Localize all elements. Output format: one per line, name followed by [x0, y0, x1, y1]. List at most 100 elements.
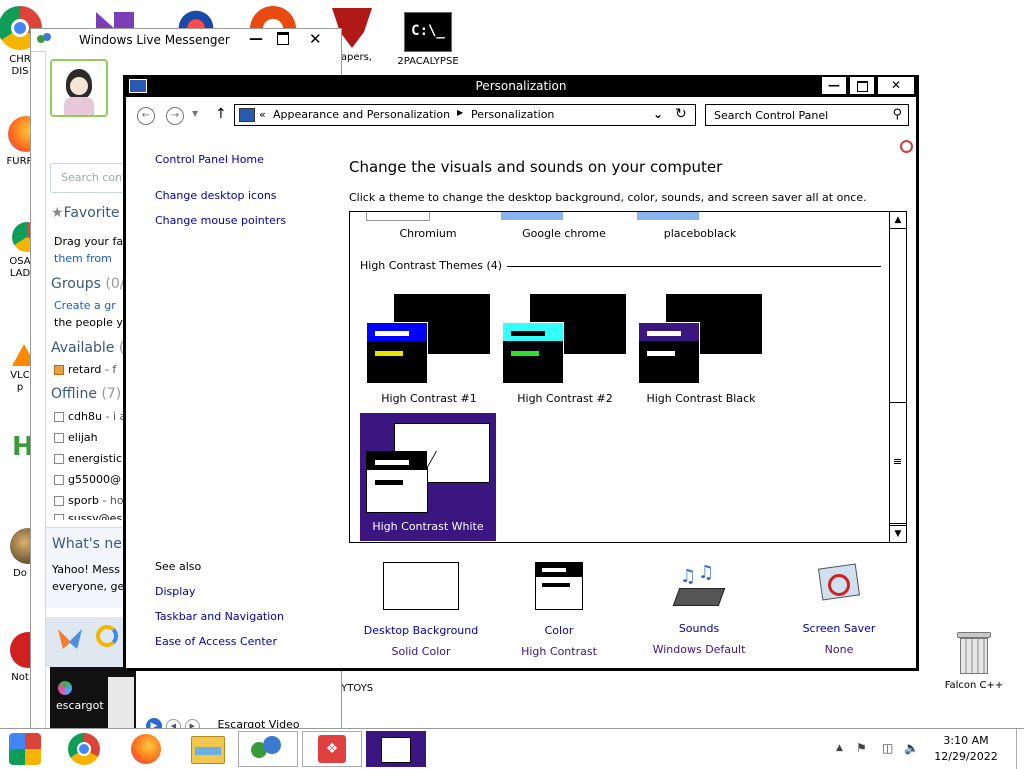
see-also-header: See also [155, 560, 202, 573]
color-icon [535, 562, 583, 610]
msn-butterfly-icon[interactable] [58, 629, 82, 649]
theme-thumbnail[interactable] [637, 212, 699, 220]
scroll-thumb[interactable] [890, 402, 906, 524]
status-icon [54, 454, 64, 464]
close-button[interactable]: ✕ [877, 76, 915, 95]
breadcrumb-current[interactable]: Personalization [471, 108, 554, 121]
display-link[interactable]: Display [155, 585, 196, 598]
taskbar-chrome[interactable] [56, 731, 112, 767]
show-desktop-button[interactable] [1016, 729, 1024, 769]
theme-list[interactable]: Chromium Google chrome placeboblack High… [349, 211, 907, 543]
scroll-up-icon[interactable]: ▲ [890, 212, 906, 229]
messenger-icon [37, 33, 53, 47]
contact-item[interactable]: elijah [54, 431, 98, 444]
forward-button[interactable]: → [166, 107, 184, 125]
desktop-background-setting[interactable]: Desktop Background Solid Color [351, 562, 491, 658]
taskbar-navigation-link[interactable]: Taskbar and Navigation [155, 610, 284, 623]
theme-name[interactable]: Google chrome [499, 227, 629, 240]
color-setting[interactable]: Color High Contrast [489, 562, 629, 658]
change-desktop-icons-link[interactable]: Change desktop icons [155, 189, 277, 202]
theme-high-contrast-2[interactable]: High Contrast #2 [500, 294, 630, 406]
app-icon: ❖ [318, 735, 346, 763]
taskbar-messenger[interactable] [238, 731, 298, 767]
contact-item[interactable]: cdh8u - i a [54, 410, 126, 423]
personalization-content: ← → ▼ ↑ « Appearance and Personalization… [126, 97, 916, 668]
app-icon[interactable] [96, 625, 118, 647]
theme-scrollbar[interactable]: ▲ ▼ [889, 212, 906, 542]
taskbar-explorer[interactable] [180, 731, 236, 767]
close-button[interactable]: ✕ [309, 30, 322, 48]
theme-high-contrast-white[interactable]: High Contrast White [360, 413, 496, 541]
refresh-icon[interactable]: ↻ [675, 106, 687, 122]
breadcrumb-root[interactable]: « [259, 108, 266, 121]
create-group-link[interactable]: Create a gr [54, 299, 116, 312]
ad-text: escargot [56, 699, 104, 712]
status-icon [54, 412, 64, 422]
theme-name: High Contrast #1 [381, 392, 477, 405]
contact-item[interactable]: sussy@es [54, 512, 122, 520]
contact-item[interactable]: retard - f [54, 363, 116, 376]
contact-item[interactable]: sporb - ho [54, 494, 124, 507]
minimize-button[interactable]: — [249, 31, 263, 47]
breadcrumb-parent[interactable]: Appearance and Personalization [273, 108, 450, 121]
desktop-icon-recycle-bin[interactable]: Falcon C++ [936, 632, 1012, 691]
back-button[interactable]: ← [137, 107, 155, 125]
messenger-title: Windows Live Messenger [79, 33, 230, 47]
groups-header[interactable]: Groups (0/0 [51, 276, 133, 292]
clock[interactable]: 3:10 AM 12/29/2022 [926, 733, 1006, 765]
volume-icon[interactable]: 🔈 [904, 741, 919, 755]
start-button[interactable] [0, 731, 50, 767]
theme-thumbnail[interactable] [501, 212, 563, 220]
dropdown-chevron-icon[interactable]: ⌄ [653, 107, 663, 121]
personalization-titlebar[interactable]: Personalization — ✕ [123, 75, 919, 97]
search-icon[interactable]: ⚲ [892, 107, 902, 122]
user-avatar[interactable] [50, 59, 108, 117]
sounds-setting[interactable]: ♫ ♫ Sounds Windows Default [629, 562, 769, 656]
maximize-button[interactable] [849, 76, 875, 95]
breadcrumb-separator-icon: ▶ [457, 108, 464, 117]
recycle-bin-icon [957, 632, 991, 674]
contact-item[interactable]: energistic [54, 452, 122, 465]
screen-saver-setting[interactable]: Screen Saver None [769, 562, 909, 656]
taskbar-control-panel[interactable] [366, 731, 426, 767]
scroll-down-icon[interactable]: ▼ [890, 525, 906, 542]
tray-expand-icon[interactable]: ▲ [836, 743, 843, 753]
theme-name[interactable]: placeboblack [635, 227, 765, 240]
maximize-button[interactable] [277, 32, 289, 45]
theme-thumbnail[interactable] [366, 212, 430, 221]
taskbar-firefox[interactable] [118, 731, 174, 767]
search-control-panel-input[interactable]: Search Control Panel ⚲ [705, 104, 909, 126]
recent-pages-icon[interactable]: ▼ [192, 109, 198, 118]
whats-new-line[interactable]: everyone, ge [52, 580, 124, 593]
address-bar[interactable]: « Appearance and Personalization ▶ Perso… [234, 104, 696, 126]
offline-header[interactable]: Offline (7) [51, 386, 121, 402]
flag-icon[interactable]: ⚑ [856, 741, 867, 755]
contact-item[interactable]: g55000@ [54, 473, 121, 486]
desktop-icon-2pacalypse[interactable]: C:\_ 2PACALYPSE [392, 12, 464, 67]
taskbar-app[interactable]: ❖ [302, 731, 362, 767]
search-placeholder: Search Control Panel [714, 109, 829, 122]
up-button[interactable]: ↑ [215, 106, 227, 122]
help-icon[interactable] [900, 140, 913, 153]
ease-of-access-link[interactable]: Ease of Access Center [155, 635, 277, 648]
theme-high-contrast-1[interactable]: High Contrast #1 [364, 294, 494, 406]
favorites-text: Drag your fa [54, 235, 124, 248]
personalization-window[interactable]: Personalization — ✕ ← → ▼ ↑ « Appearance… [123, 75, 919, 671]
groups-text: the people y [54, 316, 123, 329]
change-mouse-pointers-link[interactable]: Change mouse pointers [155, 214, 286, 227]
section-header: High Contrast Themes (4) [360, 259, 503, 272]
network-icon[interactable]: ◫ [882, 741, 893, 755]
theme-name[interactable]: Chromium [363, 227, 493, 240]
minimize-button[interactable]: — [821, 76, 847, 95]
whats-new-line[interactable]: Yahoo! Mess [52, 563, 120, 576]
page-heading: Change the visuals and sounds on your co… [349, 158, 723, 176]
ad-banner[interactable]: escargot [50, 667, 136, 729]
favorites-link[interactable]: them from [54, 252, 112, 265]
messenger-titlebar[interactable]: Windows Live Messenger — ✕ [31, 29, 341, 52]
chrome-icon [68, 733, 100, 765]
theme-high-contrast-black[interactable]: High Contrast Black [636, 294, 766, 406]
mouse-cursor-icon [427, 451, 436, 467]
control-panel-home-link[interactable]: Control Panel Home [155, 153, 264, 166]
available-header[interactable]: Available ( [51, 340, 124, 356]
favorites-header[interactable]: ★Favorite [51, 205, 120, 221]
